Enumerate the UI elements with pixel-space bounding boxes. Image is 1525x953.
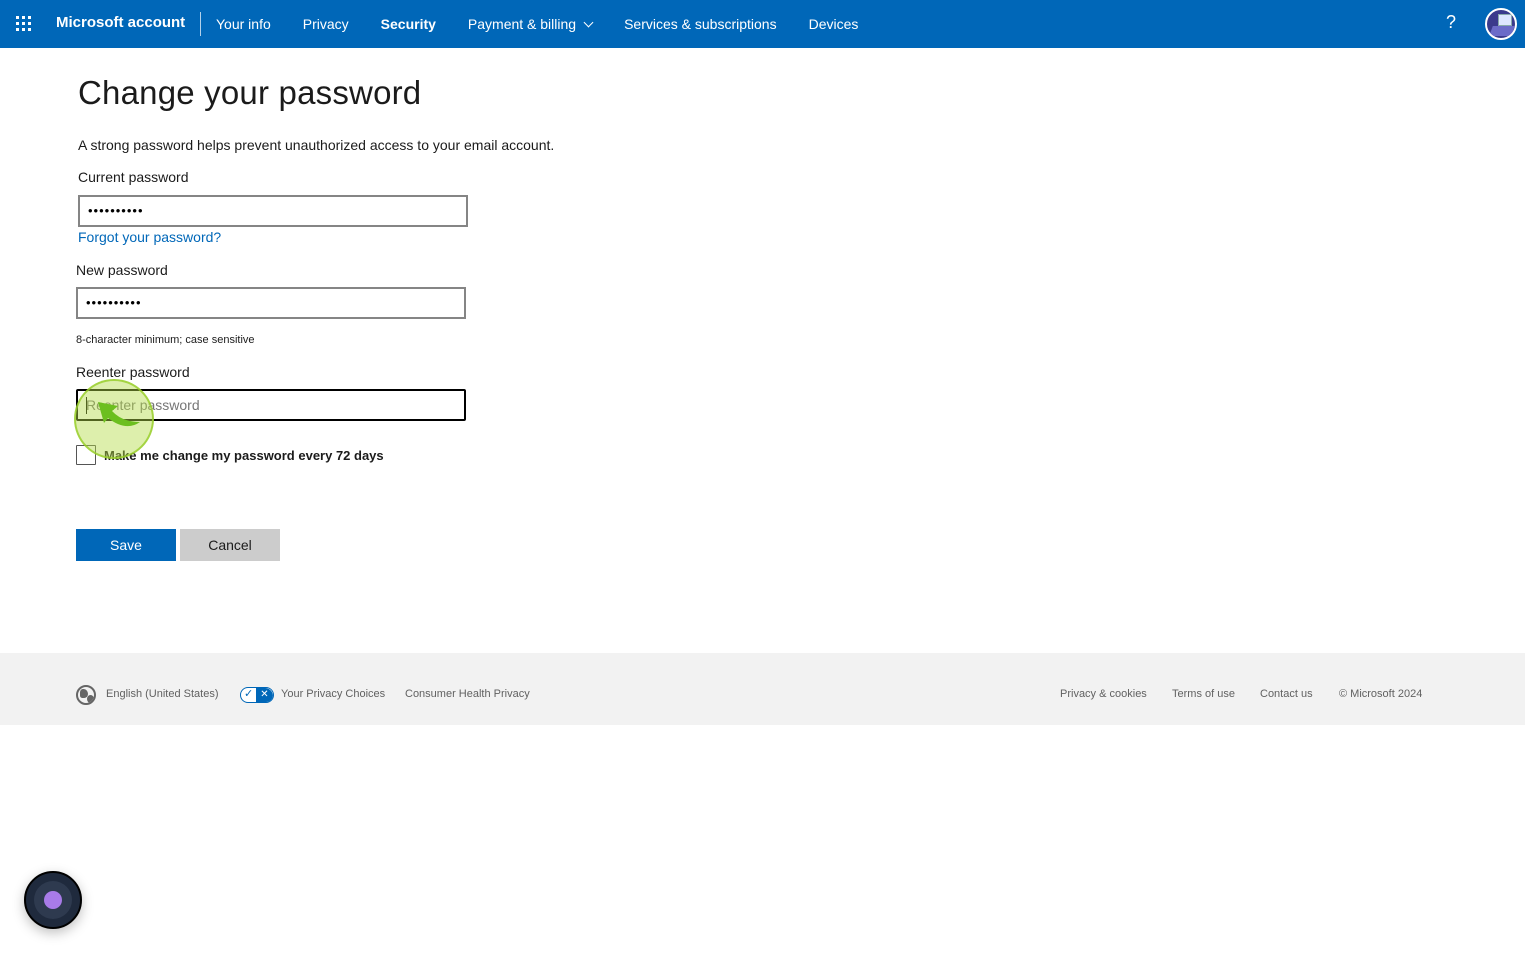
app-title-link[interactable]: Microsoft account [56, 14, 185, 31]
current-password-input[interactable]: •••••••••• [78, 195, 468, 227]
nav-label: Payment & billing [467, 16, 577, 32]
top-navigation-bar: Microsoft account Your info Privacy Secu… [0, 0, 1525, 48]
expire-password-label[interactable]: Make me change my password every 72 days [104, 448, 384, 463]
page-description: A strong password helps prevent unauthor… [78, 137, 555, 153]
privacy-cookies-link[interactable]: Privacy & cookies [1060, 688, 1147, 700]
assistant-dot-icon [44, 891, 62, 909]
copyright: © Microsoft 2024 [1339, 688, 1423, 700]
avatar-laptop-graphic [1489, 26, 1515, 36]
privacy-choices-link[interactable]: Your Privacy Choices [281, 688, 385, 700]
nav-security[interactable]: Security [381, 16, 436, 32]
new-password-value: •••••••••• [86, 295, 142, 310]
cancel-button[interactable]: Cancel [180, 529, 280, 561]
password-hint: 8-character minimum; case sensitive [76, 334, 255, 346]
consumer-health-privacy-link[interactable]: Consumer Health Privacy [405, 688, 530, 700]
nav-privacy[interactable]: Privacy [303, 16, 349, 32]
contact-us-link[interactable]: Contact us [1260, 688, 1313, 700]
reenter-password-input[interactable]: Reenter password [76, 389, 466, 421]
header-divider [200, 12, 201, 36]
globe-icon[interactable] [76, 685, 96, 705]
nav-payment-billing[interactable]: Payment & billing [467, 16, 594, 32]
expire-password-checkbox[interactable] [76, 445, 96, 465]
user-avatar[interactable] [1485, 8, 1517, 40]
nav-label: Services & subscriptions [624, 16, 777, 32]
chevron-down-icon [583, 17, 594, 27]
main-nav: Your info Privacy Security Payment & bil… [216, 0, 890, 48]
text-caret [86, 397, 87, 414]
help-icon[interactable]: ? [1446, 12, 1456, 33]
nav-label: Your info [216, 16, 271, 32]
nav-devices[interactable]: Devices [809, 16, 859, 32]
reenter-password-placeholder: Reenter password [86, 397, 200, 413]
reenter-password-label: Reenter password [76, 364, 190, 380]
new-password-input[interactable]: •••••••••• [76, 287, 466, 319]
avatar-screen-graphic [1498, 14, 1512, 26]
cross-icon: ✕ [256, 688, 273, 702]
assistant-launcher-button[interactable] [24, 871, 82, 929]
privacy-choices-icon[interactable]: ✓ ✕ [240, 687, 274, 703]
waffle-grid-icon[interactable] [16, 16, 32, 32]
nav-services-subscriptions[interactable]: Services & subscriptions [624, 16, 777, 32]
nav-label: Security [380, 16, 436, 32]
nav-label: Privacy [302, 16, 349, 32]
terms-of-use-link[interactable]: Terms of use [1172, 688, 1235, 700]
language-selector[interactable]: English (United States) [106, 688, 219, 700]
check-icon: ✓ [244, 688, 254, 700]
new-password-label: New password [76, 262, 168, 278]
footer: English (United States) ✓ ✕ Your Privacy… [0, 653, 1525, 725]
page-title: Change your password [78, 74, 422, 111]
current-password-value: •••••••••• [88, 203, 144, 218]
forgot-password-link[interactable]: Forgot your password? [78, 229, 221, 245]
nav-label: Devices [808, 16, 859, 32]
current-password-label: Current password [78, 169, 189, 185]
save-button[interactable]: Save [76, 529, 176, 561]
nav-your-info[interactable]: Your info [216, 16, 271, 32]
